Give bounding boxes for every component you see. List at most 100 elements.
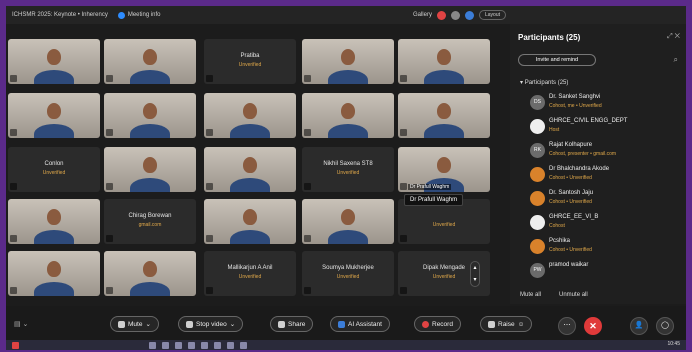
participant-tile[interactable] bbox=[104, 147, 196, 192]
participant-status: Unverified bbox=[238, 274, 262, 280]
participant-tile[interactable]: Dr Prafull Waghm bbox=[398, 147, 490, 192]
chat-button[interactable]: ◯ bbox=[656, 317, 674, 335]
mic-muted-icon bbox=[10, 75, 17, 82]
more-options-button[interactable]: ⋯ bbox=[558, 317, 576, 335]
mic-muted-icon bbox=[106, 75, 113, 82]
participant-list-role: Cohost, me • Unverified bbox=[549, 103, 602, 109]
participant-list-name: Dr. Santosh Jaju bbox=[549, 190, 594, 196]
share-button[interactable]: Share bbox=[270, 316, 314, 332]
shield-icon bbox=[464, 10, 474, 20]
mic-muted-icon bbox=[206, 129, 213, 136]
participant-list-role: Host bbox=[549, 127, 560, 133]
participant-list-item[interactable]: Dr. Santosh Jaju Cohost • Unverified bbox=[518, 188, 683, 212]
participant-list-item[interactable]: Dr Bhalchandra Akode Cohost • Unverified bbox=[518, 164, 683, 188]
mute-button[interactable]: Mute ⌄ bbox=[110, 316, 159, 332]
participant-tile[interactable] bbox=[204, 147, 296, 192]
taskbar-app-icon[interactable] bbox=[227, 341, 234, 349]
panel-controls[interactable]: ⤢ ✕ bbox=[667, 33, 680, 41]
taskbar-app-icon[interactable] bbox=[149, 341, 156, 349]
participant-list-name: GHRCE_CIVIL ENGG_DEPT bbox=[549, 118, 628, 124]
participant-tile[interactable]: Conlon Unverified bbox=[8, 147, 100, 192]
participant-tile[interactable] bbox=[302, 39, 394, 84]
participant-tile[interactable]: Chirag Borewan gmail.com bbox=[104, 199, 196, 244]
participant-tile[interactable] bbox=[302, 93, 394, 138]
participant-video bbox=[437, 48, 451, 65]
taskbar-app-icon[interactable] bbox=[240, 341, 247, 349]
mic-muted-icon bbox=[304, 129, 311, 136]
taskbar-app-icon[interactable] bbox=[201, 341, 208, 349]
participant-video bbox=[424, 124, 464, 138]
view-label[interactable]: Gallery bbox=[413, 12, 432, 18]
participant-list-item[interactable]: RK Rajat Kolhapure Cohost, presenter • gma… bbox=[518, 140, 683, 164]
taskbar-app-icon[interactable] bbox=[214, 341, 221, 349]
participant-tile[interactable] bbox=[302, 199, 394, 244]
meeting-info[interactable]: Meeting info bbox=[117, 11, 161, 19]
participant-name: Soumya Mukherjee bbox=[322, 265, 374, 271]
start-icon[interactable] bbox=[12, 341, 19, 349]
participant-tile[interactable]: Soumya Mukherjee Unverified bbox=[302, 251, 394, 296]
layout-button[interactable]: Layout bbox=[478, 10, 506, 20]
participants-button[interactable]: 👤 bbox=[630, 317, 648, 335]
participants-group-header[interactable]: ▾ Participants (25) bbox=[520, 79, 568, 86]
record-indicator-icon bbox=[436, 10, 446, 20]
participant-video bbox=[47, 208, 61, 225]
participant-video bbox=[341, 48, 355, 65]
participant-tile[interactable] bbox=[398, 39, 490, 84]
mic-muted-icon bbox=[10, 183, 17, 190]
participant-video bbox=[341, 208, 355, 225]
participant-video bbox=[130, 70, 170, 84]
grid-scroll-control[interactable]: ▴ ▾ bbox=[470, 261, 480, 287]
mute-all-button[interactable]: Mute all bbox=[520, 292, 541, 298]
video-camera-icon bbox=[186, 320, 193, 328]
record-icon bbox=[422, 320, 429, 328]
shield-icon bbox=[117, 11, 125, 19]
hand-icon bbox=[488, 320, 495, 328]
participant-video bbox=[47, 48, 61, 65]
taskbar-app-icon[interactable] bbox=[175, 341, 182, 349]
participant-video bbox=[47, 260, 61, 277]
meeting-window: ICHSMR 2025: Keynote • Inherency Meeting… bbox=[6, 6, 686, 350]
participant-tile[interactable] bbox=[204, 199, 296, 244]
participant-list-item[interactable]: Pcshika Cohost • Unverified bbox=[518, 236, 683, 260]
ai-assistant-button[interactable]: AI Assistant bbox=[330, 316, 390, 332]
unmute-all-button[interactable]: Unmute all bbox=[559, 292, 588, 298]
participant-list-item[interactable]: DS Dr. Sanket Sanghvi Cohost, me • Unverif… bbox=[518, 92, 683, 116]
participant-list-role: Cohost bbox=[549, 223, 565, 229]
taskbar-app-icon[interactable] bbox=[162, 341, 169, 349]
record-button[interactable]: Record bbox=[414, 316, 461, 332]
avatar bbox=[530, 191, 545, 206]
participant-list-role: Cohost • Unverified bbox=[549, 247, 592, 253]
participant-tile[interactable] bbox=[104, 93, 196, 138]
avatar[interactable] bbox=[450, 10, 460, 20]
participant-tile[interactable] bbox=[8, 199, 100, 244]
raise-hand-button[interactable]: Raise ☺ bbox=[480, 316, 533, 332]
invite-button[interactable]: Invite and remind bbox=[518, 54, 596, 66]
captions-icon[interactable]: ▤ ⌄ bbox=[14, 320, 28, 328]
search-icon[interactable]: ⌕ bbox=[674, 55, 678, 65]
avatar: PW bbox=[530, 263, 545, 278]
participant-name: Conlon bbox=[44, 161, 64, 167]
participant-tile[interactable] bbox=[204, 93, 296, 138]
participant-tile[interactable] bbox=[8, 93, 100, 138]
participant-tile[interactable]: Nikhil Saxena ST8 Unverified bbox=[302, 147, 394, 192]
microphone-icon bbox=[118, 320, 125, 328]
participant-tile[interactable] bbox=[104, 251, 196, 296]
participants-footer: Mute all Unmute all bbox=[520, 292, 588, 298]
avatar: DS bbox=[530, 95, 545, 110]
participant-video bbox=[243, 208, 257, 225]
participant-list-item[interactable]: GHRCE_CIVIL ENGG_DEPT Host bbox=[518, 116, 683, 140]
participant-list-item[interactable]: GHRCE_EE_VI_B Cohost bbox=[518, 212, 683, 236]
participant-tile[interactable] bbox=[398, 93, 490, 138]
participant-tile[interactable] bbox=[104, 39, 196, 84]
mic-muted-icon bbox=[106, 235, 113, 242]
participant-tile[interactable]: Pratiba Unverified bbox=[204, 39, 296, 84]
taskbar-app-icon[interactable] bbox=[188, 341, 195, 349]
participant-tile[interactable] bbox=[8, 251, 100, 296]
leave-meeting-button[interactable]: ✕ bbox=[584, 317, 602, 335]
participant-list-item[interactable]: PW pramod waikar bbox=[518, 260, 683, 284]
participant-list-name: Pcshika bbox=[549, 238, 571, 244]
mic-muted-icon bbox=[10, 129, 17, 136]
stop-video-button[interactable]: Stop video ⌄ bbox=[178, 316, 244, 332]
participant-tile[interactable] bbox=[8, 39, 100, 84]
participant-tile[interactable]: Mallikarjun A Anil Unverified bbox=[204, 251, 296, 296]
